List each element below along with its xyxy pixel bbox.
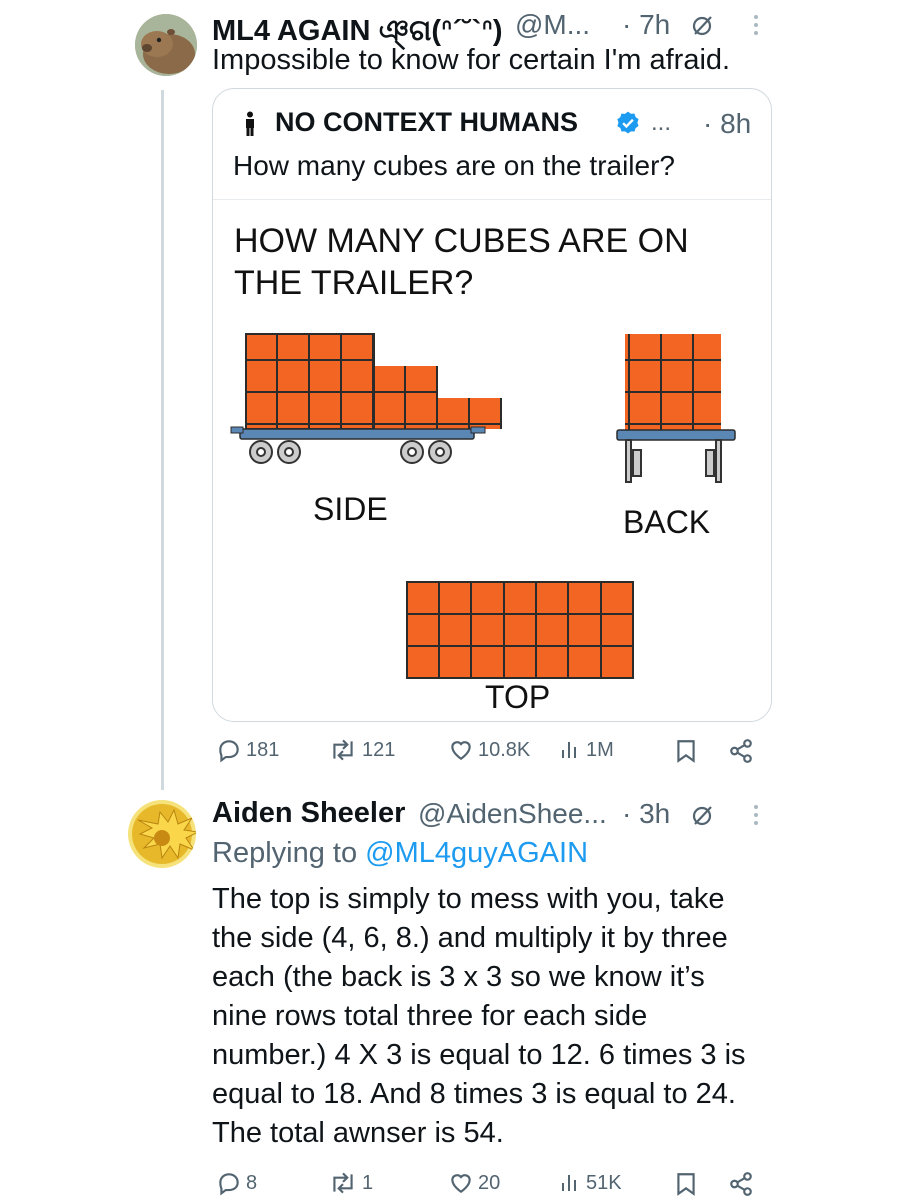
capybara-avatar-image (135, 14, 197, 76)
tweet-line: number.) 4 X 3 is equal to 12. 6 times 3… (212, 1039, 746, 1071)
quote-header: NO CONTEXT HUMANS ... · 8h (213, 89, 771, 139)
like-button[interactable]: 10.8K (448, 737, 530, 763)
trailer-diagram (230, 333, 736, 679)
views-button[interactable]: 1M (560, 737, 614, 763)
grok-icon[interactable] (690, 802, 716, 828)
bookmark-button[interactable] (675, 1171, 697, 1197)
author-name[interactable]: Aiden Sheeler (212, 797, 405, 830)
tweet-line: the side (4, 6, 8.) and multiply it by t… (212, 922, 728, 954)
repost-count: 121 (362, 738, 396, 761)
share-button[interactable] (728, 1171, 754, 1197)
share-button[interactable] (728, 738, 754, 764)
label-side: SIDE (313, 491, 388, 527)
bookmark-button[interactable] (675, 738, 697, 764)
quote-author-name[interactable]: NO CONTEXT HUMANS (275, 107, 578, 138)
tweet-line: each (the back is 3 x 3 so we know it’s (212, 961, 705, 993)
avatar[interactable] (128, 800, 196, 868)
heart-icon (451, 1174, 471, 1193)
share-icon (730, 1172, 752, 1196)
views-icon (562, 1175, 576, 1191)
repost-button[interactable]: 1 (328, 1170, 373, 1196)
tweet-line: The total awnser is 54. (212, 1117, 504, 1149)
quote-text: How many cubes are on the trailer? (233, 150, 675, 181)
tweet-text: The top is simply to mess with you, take… (212, 880, 746, 1153)
heart-icon (451, 741, 471, 760)
like-count: 20 (478, 1171, 501, 1194)
reply-icon (219, 740, 239, 763)
tweet-line: nine rows total three for each side (212, 1000, 648, 1032)
views-count: 51K (586, 1171, 622, 1194)
quote-time[interactable]: · 8h (703, 108, 751, 140)
author-handle[interactable]: @M... (515, 9, 590, 41)
more-options-icon[interactable] (746, 12, 766, 38)
like-count: 10.8K (478, 738, 531, 761)
tweet-line: equal to 18. And 8 times 3 is equal to 2… (212, 1078, 736, 1110)
replying-to: Replying to @ML4guyAGAIN (212, 834, 588, 873)
tweet-time[interactable]: · 7h (622, 9, 670, 41)
repost-icon (333, 1172, 353, 1194)
reply-count: 8 (246, 1171, 258, 1194)
share-icon (730, 739, 752, 763)
reply-button[interactable]: 181 (216, 737, 279, 763)
like-button[interactable]: 20 (448, 1170, 500, 1196)
reply-icon (219, 1173, 239, 1196)
repost-button[interactable]: 121 (328, 737, 395, 763)
person-icon (243, 111, 257, 142)
bookmark-icon (677, 740, 695, 763)
tweet-text: Impossible to know for certain I'm afrai… (212, 44, 731, 76)
avatar[interactable] (135, 14, 197, 76)
author-handle[interactable]: @AidenShee... (418, 798, 607, 830)
views-icon (562, 742, 576, 758)
quote-media-image[interactable]: HOW MANY CUBES ARE ON THE TRAILER? SIDE … (213, 200, 771, 721)
grok-icon[interactable] (690, 12, 716, 38)
more-options-icon[interactable] (746, 802, 766, 828)
label-back: BACK (623, 504, 711, 540)
thread-line (161, 90, 164, 790)
repost-icon (333, 739, 353, 761)
tweet-time[interactable]: · 3h (622, 798, 670, 830)
quote-author-handle[interactable]: ... (651, 109, 671, 137)
reply-button[interactable]: 8 (216, 1170, 257, 1196)
bookmark-icon (677, 1173, 695, 1196)
side-view-cubes (245, 333, 502, 430)
label-top: TOP (485, 679, 551, 715)
golden-avatar-image (128, 800, 196, 868)
side-view-trailer (230, 426, 486, 464)
reply-count: 181 (246, 738, 280, 761)
views-button[interactable]: 51K (560, 1170, 622, 1196)
replying-to-prefix: Replying to (212, 837, 366, 869)
views-count: 1M (586, 738, 614, 761)
replying-to-link[interactable]: @ML4guyAGAIN (365, 837, 588, 869)
tweet-line: The top is simply to mess with you, take (212, 883, 725, 915)
quoted-tweet-card[interactable]: NO CONTEXT HUMANS ... · 8h How many cube… (212, 88, 772, 722)
back-view (616, 334, 736, 483)
top-view (406, 581, 634, 679)
repost-count: 1 (362, 1171, 374, 1194)
verified-badge-icon (615, 110, 641, 141)
